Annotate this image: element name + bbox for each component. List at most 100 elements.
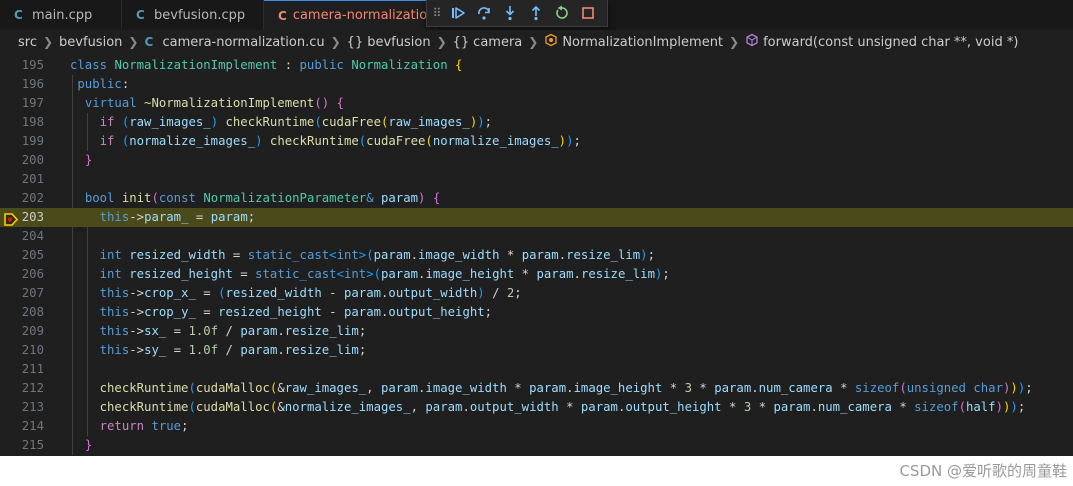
line-number: 203 bbox=[21, 210, 44, 224]
stop-button[interactable] bbox=[577, 2, 599, 24]
step-into-icon bbox=[505, 6, 515, 21]
code-line: 209 this->sx_ = 1.0f / param.resize_lim; bbox=[0, 322, 1073, 341]
step-out-button[interactable] bbox=[525, 2, 547, 24]
code-text: if (raw_images_) checkRuntime(cudaFree(r… bbox=[99, 115, 493, 129]
code-text: checkRuntime(cudaMalloc(&normalize_image… bbox=[99, 400, 1026, 414]
code-line: 198 if (raw_images_) checkRuntime(cudaFr… bbox=[0, 113, 1073, 132]
code-line: 211 bbox=[0, 360, 1073, 379]
code-line: 202 bool init(const NormalizationParamet… bbox=[0, 189, 1073, 208]
step-over-button[interactable] bbox=[473, 2, 495, 24]
line-number: 196 bbox=[21, 77, 44, 91]
tab-bevfusion-cpp[interactable]: C bevfusion.cpp bbox=[122, 0, 264, 30]
line-number: 197 bbox=[21, 96, 44, 110]
code-text: return true; bbox=[99, 419, 189, 433]
code-text: this->param_ = param; bbox=[99, 210, 256, 224]
line-number: 202 bbox=[21, 191, 44, 205]
code-area[interactable]: 195 class NormalizationImplement : publi… bbox=[0, 56, 1073, 455]
code-line: 207 this->crop_x_ = (resized_width - par… bbox=[0, 284, 1073, 303]
tab-bar: C main.cpp C bevfusion.cpp C camera-norm… bbox=[0, 0, 1073, 30]
breadcrumb-file[interactable]: camera-normalization.cu bbox=[162, 35, 324, 50]
breadcrumb-class[interactable]: NormalizationImplement bbox=[562, 35, 723, 50]
code-text: } bbox=[84, 438, 93, 452]
breadcrumb: src ❯ bevfusion ❯ C camera-normalization… bbox=[0, 30, 1073, 54]
restart-icon bbox=[556, 5, 568, 19]
code-text: if (normalize_images_) checkRuntime(cuda… bbox=[99, 134, 581, 148]
code-text: virtual ~NormalizationImplement() { bbox=[84, 96, 344, 110]
line-number: 208 bbox=[21, 305, 44, 319]
breadcrumb-namespace-bevfusion[interactable]: bevfusion bbox=[367, 35, 430, 50]
line-number: 198 bbox=[21, 115, 44, 129]
line-number: 207 bbox=[21, 286, 44, 300]
continue-icon bbox=[452, 7, 465, 19]
c-file-icon: C bbox=[14, 8, 23, 22]
code-line: 197 virtual ~NormalizationImplement() { bbox=[0, 94, 1073, 113]
c-file-icon: C bbox=[144, 35, 154, 49]
line-number: 195 bbox=[21, 58, 44, 72]
line-number: 209 bbox=[21, 324, 44, 338]
code-text: bool init(const NormalizationParameter& … bbox=[84, 191, 441, 205]
code-line: 196 public: bbox=[0, 75, 1073, 94]
c-file-icon: C bbox=[136, 8, 145, 22]
chevron-right-icon: ❯ bbox=[729, 35, 740, 49]
breadcrumb-src[interactable]: src bbox=[18, 35, 37, 50]
tab-label: main.cpp bbox=[32, 7, 93, 23]
code-text: public: bbox=[77, 77, 130, 91]
code-line: 200 } bbox=[0, 151, 1073, 170]
code-text: this->sx_ = 1.0f / param.resize_lim; bbox=[99, 324, 367, 338]
code-line: 213 checkRuntime(cudaMalloc(&normalize_i… bbox=[0, 398, 1073, 417]
line-number: 212 bbox=[21, 381, 44, 395]
line-number: 211 bbox=[21, 362, 44, 376]
chevron-right-icon: ❯ bbox=[128, 35, 139, 49]
chevron-right-icon: ❯ bbox=[42, 35, 54, 49]
line-number: 210 bbox=[21, 343, 44, 357]
namespace-icon: {} bbox=[346, 34, 364, 50]
line-number: 206 bbox=[21, 267, 44, 281]
method-icon bbox=[745, 33, 759, 51]
chevron-right-icon: ❯ bbox=[330, 35, 341, 49]
tab-camera-normalization-cu[interactable]: C camera-normalization.cu bbox=[264, 0, 436, 30]
breadcrumb-method[interactable]: forward(const unsigned char **, void *) bbox=[763, 35, 1018, 50]
code-line: 212 checkRuntime(cudaMalloc(&raw_images_… bbox=[0, 379, 1073, 398]
code-line: 206 int resized_height = static_cast<int… bbox=[0, 265, 1073, 284]
breadcrumb-folder[interactable]: bevfusion bbox=[59, 35, 122, 50]
current-line-highlight: 203 this->param_ = param; bbox=[0, 208, 1073, 227]
drag-handle-icon[interactable]: ⠿ bbox=[431, 6, 443, 20]
tab-label: camera-normalization.cu bbox=[292, 8, 435, 23]
step-out-icon bbox=[531, 5, 541, 21]
step-into-button[interactable] bbox=[499, 2, 521, 24]
code-line: 210 this->sy_ = 1.0f / param.resize_lim; bbox=[0, 341, 1073, 360]
code-text: checkRuntime(cudaMalloc(&raw_images_, pa… bbox=[99, 381, 1033, 395]
restart-button[interactable] bbox=[551, 2, 573, 24]
tab-main-cpp[interactable]: C main.cpp bbox=[0, 0, 122, 30]
breadcrumb-namespace-camera[interactable]: camera bbox=[473, 35, 522, 50]
tab-label: bevfusion.cpp bbox=[154, 7, 246, 23]
code-text: } bbox=[84, 153, 93, 167]
code-line: 214 return true; bbox=[0, 417, 1073, 436]
step-over-icon bbox=[478, 7, 490, 20]
code-text: class NormalizationImplement : public No… bbox=[70, 58, 463, 72]
namespace-icon: {} bbox=[452, 34, 470, 50]
line-number: 199 bbox=[21, 134, 44, 148]
line-number: 205 bbox=[21, 248, 44, 262]
chevron-right-icon: ❯ bbox=[528, 35, 539, 49]
watermark: CSDN @爱听歌的周童鞋 bbox=[899, 462, 1067, 480]
stop-icon bbox=[582, 7, 594, 19]
line-number: 200 bbox=[21, 153, 44, 167]
code-text: int resized_width = static_cast<int>(par… bbox=[99, 248, 655, 262]
code-line: 215 } bbox=[0, 436, 1073, 455]
c-file-icon: C bbox=[278, 8, 287, 23]
code-line: 208 this->crop_y_ = resized_height - par… bbox=[0, 303, 1073, 322]
line-number: 204 bbox=[21, 229, 44, 243]
code-line: 205 int resized_width = static_cast<int>… bbox=[0, 246, 1073, 265]
line-number: 214 bbox=[21, 419, 44, 433]
code-line: 199 if (normalize_images_) checkRuntime(… bbox=[0, 132, 1073, 151]
code-text: this->sy_ = 1.0f / param.resize_lim; bbox=[99, 343, 367, 357]
code-line: 201 bbox=[0, 170, 1073, 189]
code-text: int resized_height = static_cast<int>(pa… bbox=[99, 267, 670, 281]
continue-button[interactable] bbox=[447, 2, 469, 24]
line-number: 201 bbox=[21, 172, 44, 186]
code-line: 195 class NormalizationImplement : publi… bbox=[0, 56, 1073, 75]
debug-toolbar: ⠿ bbox=[426, 0, 608, 27]
line-number: 213 bbox=[21, 400, 44, 414]
code-text: this->crop_y_ = resized_height - param.o… bbox=[99, 305, 493, 319]
